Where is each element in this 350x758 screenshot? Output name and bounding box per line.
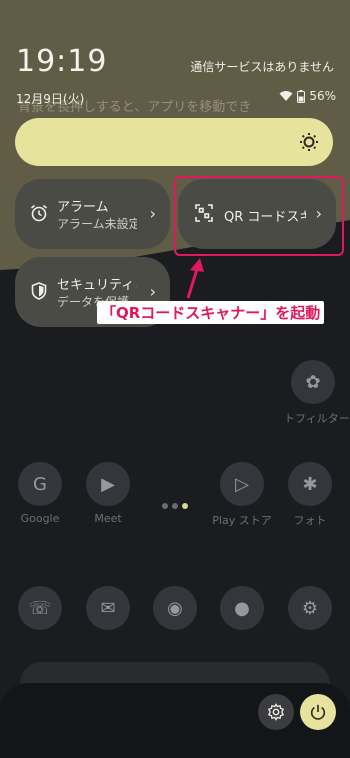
google-folder-icon: G bbox=[18, 462, 62, 506]
alarm-icon bbox=[30, 204, 48, 222]
meet-icon: ▶ bbox=[86, 462, 130, 506]
phone-icon: ☏ bbox=[18, 586, 62, 630]
brightness-icon bbox=[300, 133, 318, 151]
dock-settings: ⚙ bbox=[280, 586, 340, 630]
battery-percent: 56% bbox=[309, 89, 336, 103]
dock-phone: ☏ bbox=[10, 586, 70, 630]
shield-icon bbox=[31, 282, 47, 300]
messages-icon: ✉ bbox=[86, 586, 130, 630]
settings-app-icon: ⚙ bbox=[288, 586, 332, 630]
app-label: Meet bbox=[94, 512, 122, 525]
app-label: フォト bbox=[293, 514, 327, 527]
dock-chrome: ◉ bbox=[145, 586, 205, 630]
clock: 19:19 bbox=[16, 44, 108, 79]
power-button[interactable] bbox=[300, 694, 336, 730]
battery-icon bbox=[297, 89, 306, 103]
app-play-store: ▷ Play ストア bbox=[212, 462, 272, 528]
tile-title: アラーム bbox=[57, 200, 109, 215]
filter-app-icon: ✿ bbox=[291, 360, 335, 404]
chevron-right-icon: › bbox=[149, 204, 156, 223]
dock-camera: ● bbox=[212, 586, 272, 630]
app-google: G Google bbox=[10, 462, 70, 525]
wifi-icon bbox=[279, 91, 293, 101]
dock-messages: ✉ bbox=[78, 586, 138, 630]
carrier-text: 通信サービスはありません bbox=[190, 60, 334, 74]
tile-alarm[interactable]: アラーム アラーム未設定 › bbox=[15, 179, 170, 249]
annotation-arrow-icon bbox=[186, 258, 204, 299]
chevron-right-icon: › bbox=[149, 282, 156, 301]
play-store-icon: ▷ bbox=[220, 462, 264, 506]
power-icon bbox=[310, 704, 326, 720]
app-label: Play ストア bbox=[212, 514, 272, 527]
gear-icon bbox=[267, 703, 285, 721]
chrome-icon: ◉ bbox=[153, 586, 197, 630]
annotation-callout: 「QRコードスキャナー」を起動 bbox=[97, 301, 325, 324]
tile-subtitle: アラーム未設定 bbox=[57, 217, 137, 231]
settings-button[interactable] bbox=[258, 694, 294, 730]
app-meet: ▶ Meet bbox=[78, 462, 138, 525]
tile-title: セキュリティと bbox=[57, 278, 137, 293]
app-photos: ✱ フォト bbox=[280, 462, 340, 528]
app-label: トフィルター bbox=[284, 412, 350, 425]
bottom-bar bbox=[0, 683, 350, 758]
camera-icon: ● bbox=[220, 586, 264, 630]
photos-icon: ✱ bbox=[288, 462, 332, 506]
annotation-highlight-box bbox=[174, 176, 344, 256]
status-icons: 56% bbox=[279, 89, 336, 103]
brightness-slider[interactable] bbox=[15, 118, 333, 166]
home-screen-background: 背景を長押しすると、アプリを移動でき ✿ トフィルター G Google ▶ M… bbox=[0, 0, 350, 758]
date: 12月9日(火) bbox=[16, 92, 85, 106]
app-label: Google bbox=[20, 512, 60, 525]
page-indicator bbox=[162, 503, 188, 509]
app-filter: ✿ トフィルター bbox=[284, 360, 350, 426]
